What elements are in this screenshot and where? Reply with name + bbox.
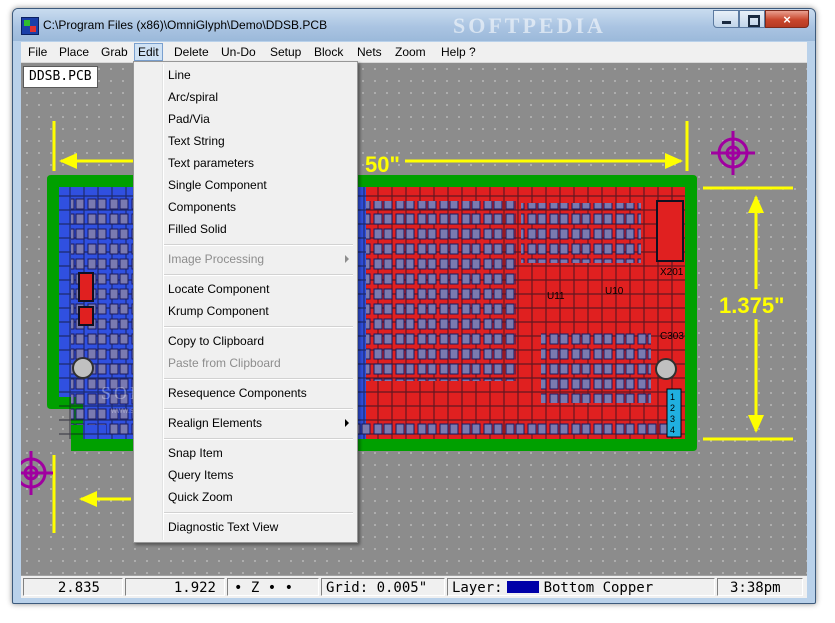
- status-grid: Grid: 0.005": [321, 578, 445, 596]
- menu-gutter: [162, 64, 164, 540]
- edit-menu-dropdown: Line Arc/spiral Pad/Via Text String Text…: [133, 61, 358, 543]
- dim-arrowhead-right: [665, 153, 683, 169]
- layer-mark-4: 4: [670, 425, 675, 435]
- menu-item-pad-via[interactable]: Pad/Via: [168, 109, 348, 129]
- menu-item-text-parameters[interactable]: Text parameters: [168, 153, 348, 173]
- mount-hole-left: [72, 357, 94, 379]
- menu-item-single-component[interactable]: Single Component: [168, 175, 348, 195]
- status-x-coordinate: 2.835: [23, 578, 123, 596]
- menu-item-copy-to-clipboard[interactable]: Copy to Clipboard: [168, 331, 348, 351]
- menu-nets[interactable]: Nets: [354, 44, 385, 60]
- component-pads-right: [521, 203, 641, 263]
- label-u10: U10: [605, 286, 624, 297]
- status-y-coordinate: 1.922: [125, 578, 225, 596]
- dim-arrowhead-up: [748, 195, 764, 213]
- connector-x201: [656, 200, 684, 262]
- dim-arrowhead-left: [59, 153, 77, 169]
- submenu-arrow-icon: [345, 255, 349, 263]
- label-x201: X201: [660, 267, 684, 278]
- status-layer: Layer: Bottom Copper: [447, 578, 715, 596]
- component-pads-right-low: [541, 333, 651, 403]
- menu-item-locate-component[interactable]: Locate Component: [168, 279, 348, 299]
- menu-file[interactable]: File: [25, 44, 50, 60]
- component-r-left: [78, 272, 94, 302]
- menu-separator: [164, 438, 353, 440]
- title-watermark: SOFTPEDIA: [453, 13, 606, 38]
- menu-help[interactable]: Help ?: [438, 44, 479, 60]
- dim-lower-arrowhead: [79, 491, 97, 507]
- label-c303: C303: [660, 331, 684, 342]
- caption-buttons: ×: [713, 10, 809, 29]
- menu-item-line[interactable]: Line: [168, 65, 348, 85]
- status-layer-label: Layer:: [452, 580, 503, 596]
- menu-item-quick-zoom[interactable]: Quick Zoom: [168, 487, 348, 507]
- status-bar: 2.835 1.922 • Z • • Grid: 0.005" Layer: B…: [21, 575, 807, 598]
- menu-separator: [164, 244, 353, 246]
- menu-item-text-string[interactable]: Text String: [168, 131, 348, 151]
- close-icon: ×: [783, 12, 791, 27]
- submenu-arrow-icon: [345, 419, 349, 427]
- menu-item-realign-elements[interactable]: Realign Elements: [168, 413, 348, 433]
- menu-item-paste-from-clipboard: Paste from Clipboard: [168, 356, 281, 370]
- menu-separator: [164, 274, 353, 276]
- status-indicators: • Z • •: [227, 578, 319, 596]
- menu-undo[interactable]: Un-Do: [218, 44, 259, 60]
- dim-arrowhead-down: [748, 415, 764, 433]
- menu-bar: File Place Grab Edit Delete Un-Do Setup …: [21, 42, 807, 63]
- menu-item-krump-component[interactable]: Krump Component: [168, 301, 348, 321]
- menu-item-arc-spiral[interactable]: Arc/spiral: [168, 87, 348, 107]
- component-r-left-2: [78, 306, 94, 326]
- menu-separator: [164, 408, 353, 410]
- menu-delete[interactable]: Delete: [171, 44, 212, 60]
- menu-item-image-processing: Image Processing: [168, 252, 265, 266]
- minimize-button[interactable]: [713, 10, 739, 28]
- menu-place[interactable]: Place: [56, 44, 92, 60]
- target-mark-top-right: [711, 131, 755, 175]
- maximize-icon: [748, 15, 760, 27]
- menu-separator: [164, 378, 353, 380]
- menu-block[interactable]: Block: [311, 44, 346, 60]
- layer-color-swatch: [506, 581, 539, 593]
- menu-grab[interactable]: Grab: [98, 44, 131, 60]
- minimize-icon: [722, 21, 731, 24]
- menu-item-snap-item[interactable]: Snap Item: [168, 443, 348, 463]
- window-title: C:\Program Files (x86)\OmniGlyph\Demo\DD…: [43, 18, 328, 32]
- menu-item-filled-solid[interactable]: Filled Solid: [168, 219, 348, 239]
- menu-separator: [164, 326, 353, 328]
- status-time: 3:38pm: [717, 578, 803, 596]
- menu-zoom[interactable]: Zoom: [392, 44, 429, 60]
- layer-mark-1: 1: [670, 392, 675, 402]
- title-bar[interactable]: C:\Program Files (x86)\OmniGlyph\Demo\DD…: [13, 9, 815, 41]
- app-icon[interactable]: [21, 17, 39, 35]
- layer-mark-2: 2: [670, 403, 675, 413]
- maximize-button[interactable]: [739, 10, 765, 28]
- menu-item-diagnostic-text-view[interactable]: Diagnostic Text View: [168, 517, 348, 537]
- menu-item-query-items[interactable]: Query Items: [168, 465, 348, 485]
- dim-label-width: 50": [365, 152, 400, 177]
- document-tab[interactable]: DDSB.PCB: [23, 66, 98, 88]
- dim-label-height: 1.375": [719, 293, 784, 318]
- label-u11: U11: [547, 291, 565, 302]
- layer-mark-3: 3: [670, 414, 675, 424]
- status-layer-name: Bottom Copper: [543, 580, 654, 596]
- menu-item-components[interactable]: Components: [168, 197, 348, 217]
- mount-hole-right: [655, 358, 677, 380]
- menu-item-resequence-components[interactable]: Resequence Components: [168, 383, 348, 403]
- target-mark-bottom-left: [21, 451, 53, 495]
- menu-edit[interactable]: Edit: [134, 43, 163, 61]
- component-pads-mid: [366, 201, 516, 381]
- menu-separator: [164, 512, 353, 514]
- menu-setup[interactable]: Setup: [267, 44, 304, 60]
- close-button[interactable]: ×: [765, 10, 809, 28]
